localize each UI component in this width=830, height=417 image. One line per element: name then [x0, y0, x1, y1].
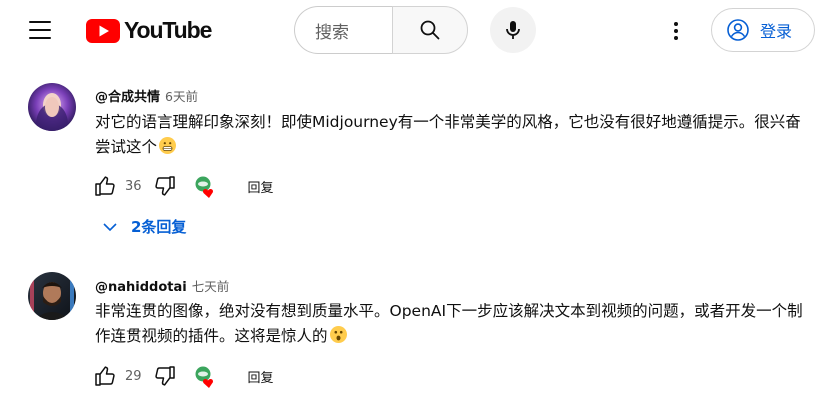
comment-header: @合成共情 6天前	[95, 86, 198, 105]
signin-button[interactable]: 登录	[711, 8, 815, 52]
like-count: 29	[125, 368, 142, 384]
youtube-play-icon	[86, 18, 120, 43]
comment-body: 对它的语言理解印象深刻！即使Midjourney有一个非常美学的风格，它也没有很…	[95, 113, 801, 156]
comment-time[interactable]: 七天前	[192, 276, 230, 295]
comment-actions: 36 回复	[92, 172, 274, 200]
view-replies-button[interactable]: 2条回复	[96, 216, 186, 237]
more-options-icon[interactable]	[664, 18, 688, 44]
comment-body: 非常连贯的图像，绝对没有想到质量水平。OpenAI下一步应该解决文本到视频的问题…	[95, 302, 803, 345]
search-icon	[420, 20, 440, 40]
voice-search-button[interactable]	[490, 7, 536, 53]
replies-count-label: 2条回复	[131, 218, 187, 236]
astonished-face-icon	[329, 326, 347, 343]
avatar[interactable]	[28, 272, 76, 320]
comment-author[interactable]: @nahiddotai	[95, 280, 187, 295]
like-button[interactable]	[92, 173, 118, 199]
chevron-down-icon	[103, 222, 117, 231]
search-placeholder: 搜索	[315, 22, 349, 43]
menu-icon[interactable]	[27, 17, 53, 43]
signin-label: 登录	[760, 22, 793, 41]
search-input[interactable]: 搜索	[294, 6, 392, 54]
reply-button[interactable]: 回复	[248, 177, 274, 196]
comment-actions: 29 回复	[92, 362, 274, 390]
dislike-button[interactable]	[152, 363, 178, 389]
thumbs-up-icon	[95, 176, 115, 196]
thumbs-up-icon	[95, 366, 115, 386]
avatar[interactable]	[28, 83, 76, 131]
comment-author[interactable]: @合成共情	[95, 86, 160, 105]
reply-button[interactable]: 回复	[248, 367, 274, 386]
like-button[interactable]	[92, 363, 118, 389]
search-button[interactable]	[392, 6, 468, 54]
microphone-icon	[506, 21, 520, 39]
comment-text: 对它的语言理解印象深刻！即使Midjourney有一个非常美学的风格，它也没有很…	[95, 110, 807, 160]
creator-heart-icon	[194, 365, 216, 388]
grimacing-face-icon	[159, 137, 177, 154]
masthead: YouTube 搜索 登录	[0, 0, 830, 62]
comment-text: 非常连贯的图像，绝对没有想到质量水平。OpenAI下一步应该解决文本到视频的问题…	[95, 299, 807, 349]
thumbs-down-icon	[154, 366, 175, 386]
comment-time[interactable]: 6天前	[165, 86, 198, 105]
logo-text: YouTube	[124, 17, 212, 43]
dislike-button[interactable]	[152, 173, 178, 199]
account-icon	[727, 19, 749, 41]
comment-header: @nahiddotai 七天前	[95, 276, 229, 295]
creator-heart-icon	[194, 175, 216, 198]
like-count: 36	[125, 178, 142, 194]
thumbs-down-icon	[154, 176, 175, 196]
youtube-logo[interactable]: YouTube	[86, 17, 212, 44]
